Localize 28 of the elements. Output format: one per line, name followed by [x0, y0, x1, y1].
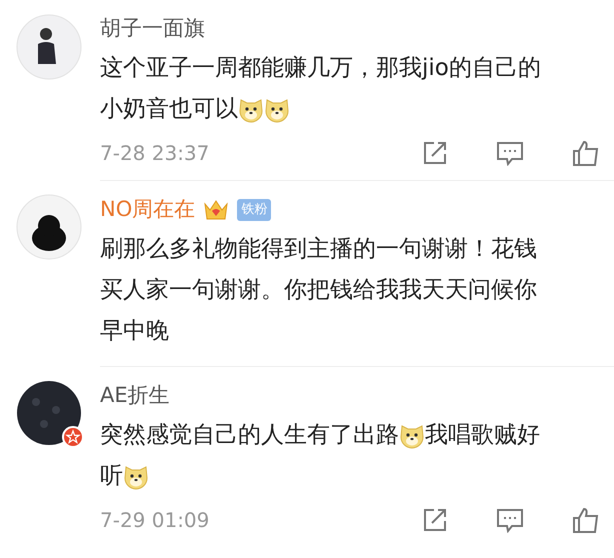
comment-text: 小奶音也可以: [100, 95, 238, 124]
share-icon[interactable]: [422, 140, 448, 166]
comment-icon[interactable]: [496, 140, 524, 166]
comment-text: 我唱歌贼好: [425, 421, 540, 450]
comment-text: 刷那么多礼物能得到主播的一句谢谢！花钱: [100, 235, 537, 264]
crown-icon: [203, 198, 230, 222]
thumbs-up-icon[interactable]: [572, 139, 600, 167]
timestamp: 7-29 01:09: [100, 507, 210, 534]
dog-face-icon: [123, 464, 149, 490]
share-icon[interactable]: [422, 507, 448, 533]
avatar: [16, 194, 82, 260]
fan-badge: 铁粉: [237, 199, 272, 221]
comment-text: 买人家一句谢谢。你把钱给我我天天问候你: [100, 276, 537, 305]
avatar: [16, 14, 82, 80]
comment-text: 突然感觉自己的人生有了出路: [100, 421, 399, 450]
timestamp: 7-28 23:37: [100, 140, 210, 167]
comment-text: 早中晚: [100, 317, 169, 346]
comment-text: 这个亚子一周都能赚几万，那我jio的自己的: [100, 54, 541, 83]
comment-icon[interactable]: [496, 507, 524, 533]
dog-face-icon: [399, 422, 425, 448]
comment-text: 听: [100, 462, 123, 491]
username[interactable]: AE折生: [100, 380, 170, 412]
username[interactable]: 胡子一面旗: [100, 13, 205, 45]
thumbs-up-icon[interactable]: [572, 506, 600, 534]
dog-face-icon: [264, 96, 290, 122]
verified-badge-icon: [62, 426, 84, 448]
avatar: [16, 380, 82, 446]
dog-face-icon: [238, 96, 264, 122]
